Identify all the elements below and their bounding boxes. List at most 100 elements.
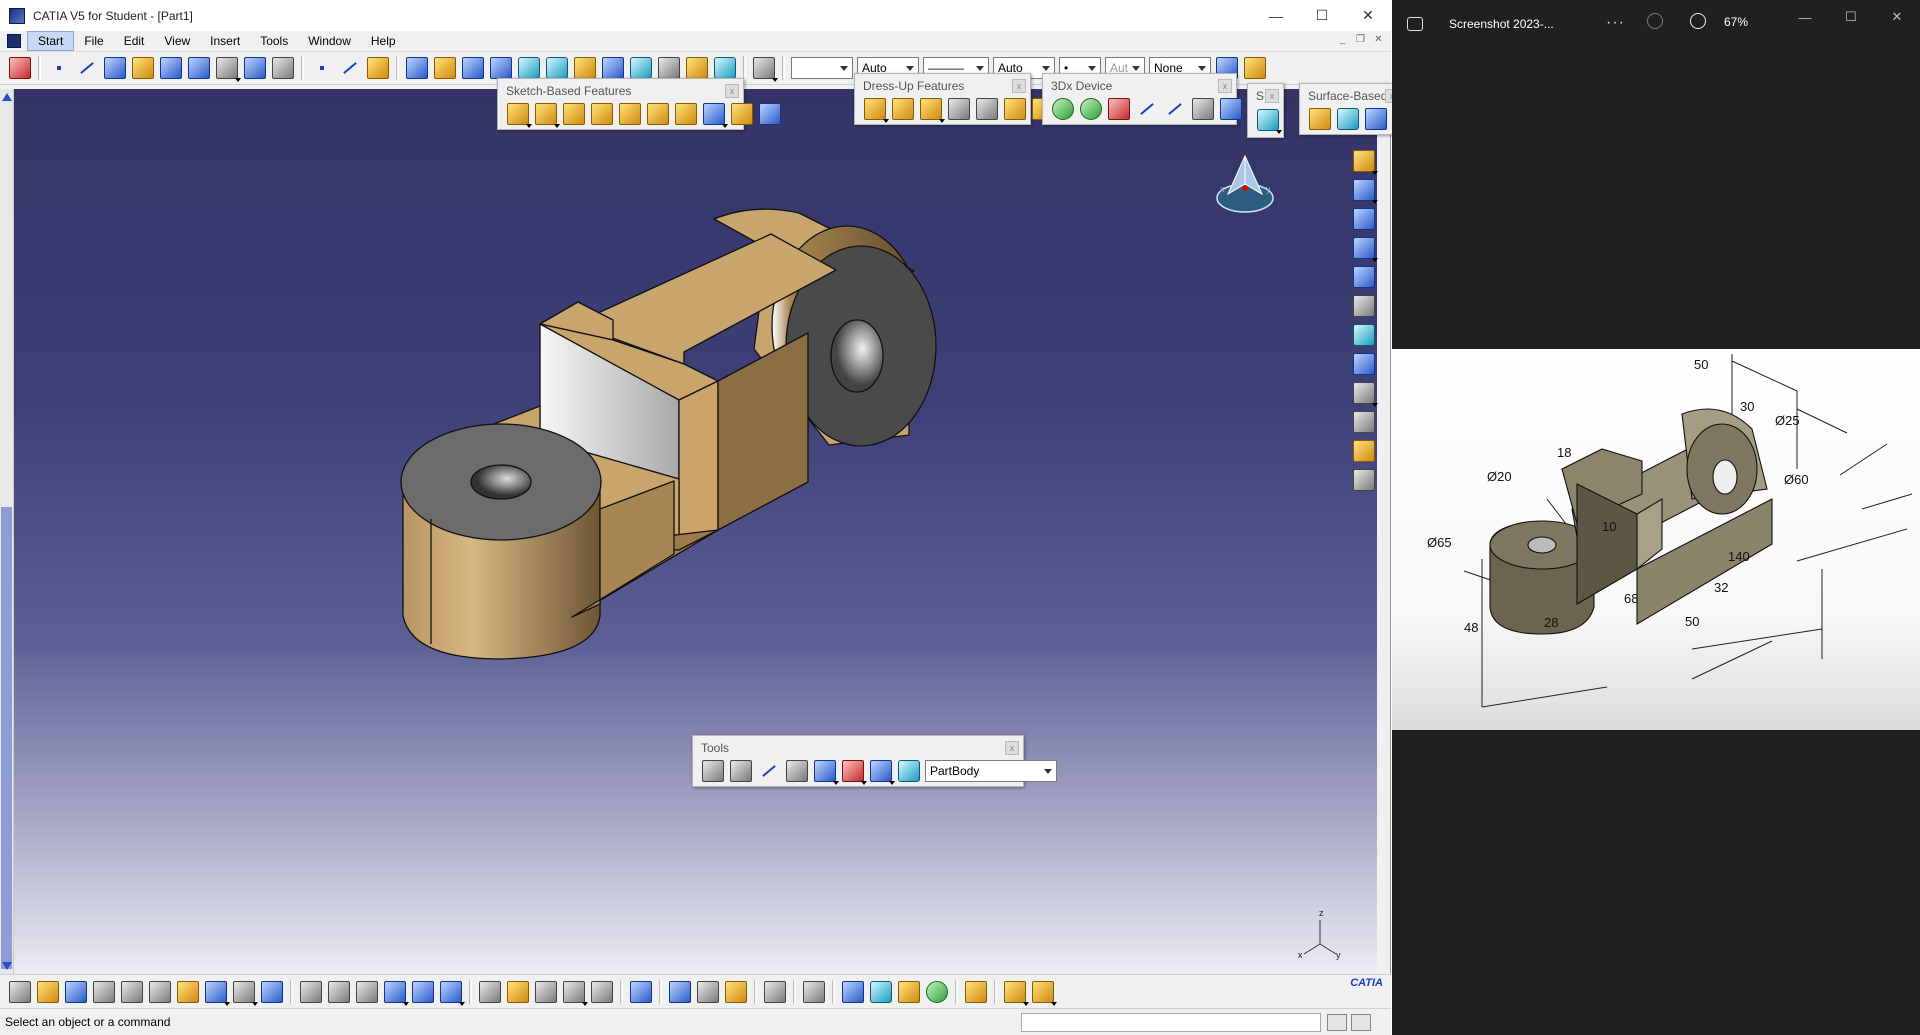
split-icon[interactable]	[1309, 108, 1331, 130]
thickness-icon[interactable]	[976, 98, 998, 120]
surface-based-features-toolbar[interactable]: Surface-Based F...x	[1299, 83, 1415, 135]
iso-view-icon[interactable]	[630, 57, 655, 82]
intersect-icon[interactable]	[188, 57, 210, 79]
doc-restore-icon[interactable]: ❐	[1354, 33, 1367, 46]
manual-update-icon[interactable]	[730, 760, 752, 782]
compass-icon[interactable]: x y	[1210, 154, 1280, 216]
close-surface-icon[interactable]	[1365, 108, 1387, 130]
power-input-button[interactable]	[1327, 1014, 1347, 1031]
formula-icon[interactable]	[300, 980, 322, 1003]
project-icon[interactable]	[160, 57, 182, 79]
knowledge-advisor-icon[interactable]	[898, 980, 920, 1003]
toolbar-grip[interactable]	[743, 56, 746, 80]
color-combo[interactable]	[791, 57, 853, 79]
maximize-button[interactable]: ☐	[1299, 0, 1345, 31]
hole-icon[interactable]	[619, 103, 641, 125]
material-icon[interactable]	[1244, 57, 1266, 79]
photos-close-button[interactable]: ✕	[1874, 0, 1920, 34]
photos-minimize-button[interactable]: —	[1782, 0, 1828, 34]
whats-this-icon[interactable]	[261, 980, 283, 1003]
axis-system-icon[interactable]	[758, 760, 780, 782]
edge-fillet-icon[interactable]	[864, 98, 889, 123]
pan-icon[interactable]	[462, 57, 484, 79]
draft-icon[interactable]	[920, 98, 945, 123]
constraint-icon[interactable]	[1353, 411, 1375, 433]
reference-drawing[interactable]: 50 30 Ø25 Ø60 18 Ø20 Ø65 10 140 32 68 50…	[1392, 349, 1920, 730]
power-copy-icon[interactable]	[965, 980, 987, 1003]
zoom-in-icon[interactable]	[518, 57, 540, 79]
select-arrow-icon[interactable]	[1353, 150, 1378, 175]
doc-close-icon[interactable]: ✕	[1372, 33, 1385, 46]
3d-annotation-icon[interactable]	[814, 760, 839, 785]
toolbar-grip[interactable]	[782, 56, 785, 80]
menu-start[interactable]: Start	[27, 31, 75, 51]
work-object-icon[interactable]	[898, 760, 920, 782]
capture-icon[interactable]	[764, 980, 786, 1003]
menu-window[interactable]: Window	[298, 31, 361, 51]
spline-icon[interactable]	[76, 57, 98, 79]
reference-icon[interactable]	[1004, 980, 1029, 1006]
thread-icon[interactable]	[1004, 98, 1026, 120]
zoom-level[interactable]: 67%	[1724, 15, 1748, 29]
surface-icon[interactable]	[1257, 109, 1282, 134]
part-model[interactable]	[14, 89, 1377, 974]
table-icon[interactable]	[870, 760, 895, 785]
command-input[interactable]	[1021, 1013, 1321, 1032]
point-2-icon[interactable]	[311, 57, 333, 79]
toolbar-grip[interactable]	[659, 979, 662, 1004]
measure-item-icon[interactable]	[697, 980, 719, 1003]
toolbar-close-icon[interactable]: x	[1265, 89, 1279, 103]
multi-view-icon[interactable]	[602, 57, 624, 79]
slot-icon[interactable]	[675, 103, 697, 125]
menu-help[interactable]: Help	[361, 31, 406, 51]
small-toolbar[interactable]: S...x	[1247, 83, 1284, 138]
mirror-icon[interactable]	[1353, 295, 1375, 317]
instance-icon[interactable]	[1032, 980, 1057, 1006]
part-body-combo[interactable]: PartBody	[925, 760, 1057, 782]
rotate-icon[interactable]	[490, 57, 512, 79]
transformation-icon[interactable]	[1353, 266, 1375, 288]
instantiate-icon[interactable]	[842, 760, 867, 785]
toolbar-close-icon[interactable]: x	[1218, 79, 1232, 93]
curvature-icon[interactable]	[535, 980, 557, 1003]
menu-tools[interactable]: Tools	[250, 31, 298, 51]
parameter-icon[interactable]	[356, 980, 378, 1003]
reorder-icon[interactable]	[630, 980, 652, 1003]
scroll-up-icon[interactable]	[2, 93, 12, 101]
scroll-thumb[interactable]	[1, 507, 12, 969]
point-icon[interactable]	[48, 57, 70, 79]
translate-icon[interactable]	[1136, 98, 1158, 120]
wireframe-icon[interactable]	[870, 980, 892, 1003]
speed-icon[interactable]	[1220, 98, 1242, 120]
draft-analysis-icon[interactable]	[507, 980, 529, 1003]
design-table-icon[interactable]	[384, 980, 409, 1006]
zoom-in-icon[interactable]	[1690, 13, 1706, 29]
analysis-icon[interactable]	[479, 980, 501, 1003]
flag-note-icon[interactable]	[1353, 382, 1378, 407]
pocket-icon[interactable]	[535, 103, 560, 128]
photos-maximize-button[interactable]: ☐	[1828, 0, 1874, 34]
law-icon[interactable]	[412, 980, 434, 1003]
sketch-plane-icon[interactable]	[367, 57, 389, 79]
toolbar-close-icon[interactable]: x	[725, 84, 739, 98]
redo-icon[interactable]	[233, 980, 258, 1006]
catalog-icon[interactable]	[440, 980, 465, 1006]
rotate-lock-icon[interactable]	[1108, 98, 1130, 120]
doc-minimize-icon[interactable]: _	[1336, 33, 1349, 46]
sketcher-icon[interactable]	[1353, 179, 1378, 204]
snap-icon[interactable]	[272, 57, 294, 79]
swap-space-icon[interactable]	[714, 57, 736, 79]
new-icon[interactable]	[9, 980, 31, 1003]
zoom-out-icon[interactable]	[546, 57, 568, 79]
apply-material-icon[interactable]	[1353, 440, 1375, 462]
measure-icon[interactable]	[786, 760, 808, 782]
save-icon[interactable]	[65, 980, 87, 1003]
zoom-out-icon[interactable]	[1647, 13, 1663, 29]
print-icon[interactable]	[93, 980, 115, 1003]
toolbar-grip[interactable]	[301, 56, 304, 80]
close-button[interactable]: ✕	[1345, 0, 1391, 31]
scale-icon[interactable]	[1353, 324, 1375, 346]
workbench-icon[interactable]	[9, 57, 31, 79]
paste-icon[interactable]	[177, 980, 199, 1003]
move-icon[interactable]	[1052, 98, 1074, 120]
